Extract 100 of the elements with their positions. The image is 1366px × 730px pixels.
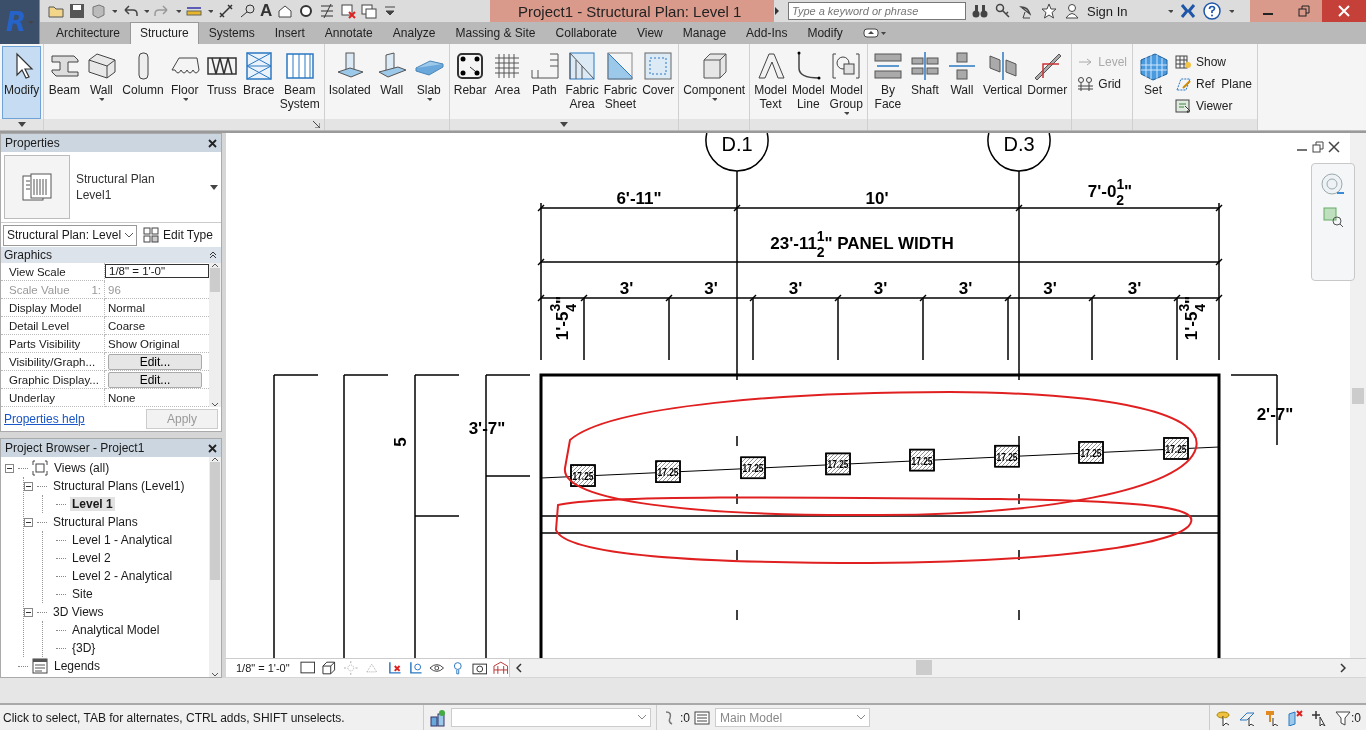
ribbon-button[interactable]: Truss <box>203 46 240 119</box>
ribbon-button[interactable]: Set <box>1135 46 1171 119</box>
search-field[interactable]: Type a keyword or phrase <box>788 2 966 20</box>
expander-icon[interactable] <box>24 517 33 527</box>
ribbon-tab[interactable]: Massing & Site <box>445 22 546 44</box>
scrollbar[interactable] <box>1350 133 1366 658</box>
tree-item[interactable]: Structural Plans <box>51 515 140 529</box>
section-icon[interactable] <box>298 3 315 19</box>
key-icon[interactable] <box>995 3 1011 19</box>
restore-icon[interactable] <box>1312 141 1324 153</box>
caret-icon[interactable] <box>111 9 117 13</box>
tree-item[interactable]: Legends <box>52 659 103 673</box>
visual-style-icon[interactable] <box>321 660 337 676</box>
scrollbar[interactable] <box>209 263 221 407</box>
ribbon-button[interactable]: By Face <box>869 46 906 119</box>
ribbon-button[interactable]: Ref Plane <box>1175 76 1253 92</box>
ribbon-tab[interactable]: Add-Ins <box>736 22 798 44</box>
user-icon[interactable] <box>1064 3 1080 19</box>
exchange-icon[interactable] <box>1180 3 1197 19</box>
detail-level-icon[interactable] <box>299 660 316 676</box>
ribbon-button[interactable]: Modify <box>2 46 42 119</box>
scroll-up-icon[interactable] <box>211 263 219 268</box>
scroll-left-icon[interactable] <box>516 663 522 673</box>
ribbon-button[interactable]: Wall <box>83 46 120 119</box>
expander-icon[interactable] <box>5 463 14 473</box>
tree-item[interactable]: Structural Plans (Level1) <box>51 479 187 493</box>
ribbon-button[interactable]: Isolated <box>326 46 373 119</box>
ribbon-button[interactable]: Grid <box>1077 76 1127 92</box>
select-pinned-icon[interactable] <box>1263 709 1279 726</box>
ribbon-button[interactable]: Fabric Sheet <box>601 46 640 119</box>
scroll-thumb[interactable] <box>916 660 932 675</box>
analytical-model-icon[interactable] <box>493 660 509 676</box>
ribbon-button[interactable]: Area <box>489 46 526 119</box>
ribbon-tab[interactable]: Manage <box>672 22 737 44</box>
ribbon-button[interactable]: Brace <box>240 46 277 119</box>
close-icon[interactable] <box>208 138 217 148</box>
crop-region-icon[interactable] <box>407 660 423 676</box>
close-hidden-icon[interactable] <box>340 3 357 19</box>
ribbon-tab[interactable]: Modify <box>797 22 853 44</box>
sign-in-link[interactable]: Sign In <box>1087 3 1128 19</box>
ribbon-button[interactable]: Component <box>681 46 748 119</box>
ribbon-tab[interactable]: Structure <box>130 22 199 44</box>
caret-icon[interactable] <box>1167 9 1174 13</box>
scroll-thumb[interactable] <box>210 462 220 580</box>
ribbon-button[interactable]: Rebar <box>451 46 489 119</box>
expander-icon[interactable] <box>24 481 33 491</box>
view-scale-button[interactable]: 1/8" = 1'-0" <box>236 662 290 674</box>
ribbon-button[interactable]: Wall <box>943 46 980 119</box>
satellite-icon[interactable] <box>1018 3 1034 19</box>
sync-icon[interactable] <box>90 3 106 19</box>
thin-lines-icon[interactable] <box>319 3 336 19</box>
edit-button[interactable]: Edit... <box>108 371 202 388</box>
scroll-thumb[interactable] <box>210 268 220 292</box>
caret-icon[interactable] <box>207 9 213 13</box>
undo-icon[interactable] <box>122 3 138 19</box>
ribbon-button[interactable]: Wall <box>373 46 410 119</box>
ribbon-button[interactable]: Beam <box>46 46 83 119</box>
dropdown-icon[interactable] <box>210 184 218 190</box>
zoom-icon[interactable] <box>1322 206 1344 228</box>
ribbon-button[interactable]: Slab <box>410 46 447 119</box>
tree-item[interactable]: Level 2 <box>70 551 113 565</box>
tree-item[interactable]: Views (all) <box>52 461 112 475</box>
star-icon[interactable] <box>1041 3 1057 19</box>
open-folder-icon[interactable] <box>48 3 64 19</box>
tree-item[interactable]: Level 2 - Analytical <box>70 569 175 583</box>
scroll-up-icon[interactable] <box>211 457 219 462</box>
ribbon-button[interactable]: Floor <box>166 46 203 119</box>
ribbon-tab[interactable]: Annotate <box>314 22 383 44</box>
caret-icon[interactable] <box>143 9 149 13</box>
ribbon-button[interactable]: Column <box>120 46 166 119</box>
ribbon-tab[interactable]: Insert <box>264 22 315 44</box>
tree-item[interactable]: Analytical Model <box>70 623 162 637</box>
switch-windows-icon[interactable] <box>361 3 378 19</box>
edit-type-button[interactable]: Edit Type <box>143 227 213 243</box>
dialog-launcher-icon[interactable] <box>312 121 320 128</box>
close-icon[interactable] <box>1328 141 1340 153</box>
expander-icon[interactable] <box>24 607 33 617</box>
edit-button[interactable]: Edit... <box>108 353 202 370</box>
ribbon-button[interactable]: Model Line <box>789 46 827 119</box>
save-icon[interactable] <box>69 3 85 19</box>
ribbon-button[interactable]: Fabric Area <box>563 46 601 119</box>
ribbon-button[interactable]: Cover <box>640 46 677 119</box>
tree-item[interactable]: Level 1 - Analytical <box>70 533 175 547</box>
ribbon-tab[interactable]: View <box>626 22 673 44</box>
binoculars-icon[interactable] <box>972 3 988 19</box>
ribbon-tab[interactable]: Systems <box>198 22 265 44</box>
property-value-field[interactable]: 1/8" = 1'-0" <box>105 264 209 278</box>
select-underlay-icon[interactable] <box>1239 709 1255 726</box>
panel-toggle-icon[interactable] <box>862 27 887 39</box>
ribbon-button[interactable]: Viewer <box>1175 98 1253 114</box>
ribbon-button[interactable]: Model Group <box>827 46 865 119</box>
dropdown-icon[interactable] <box>559 122 568 127</box>
scroll-down-icon[interactable] <box>211 402 219 407</box>
close-icon[interactable] <box>208 443 217 453</box>
worksets-icon[interactable] <box>429 708 447 727</box>
drag-elements-icon[interactable] <box>1311 709 1327 726</box>
caret-icon[interactable] <box>175 9 181 13</box>
aligned-dimension-icon[interactable] <box>218 3 234 19</box>
scroll-right-icon[interactable] <box>1340 663 1346 673</box>
house-icon[interactable] <box>277 3 294 19</box>
